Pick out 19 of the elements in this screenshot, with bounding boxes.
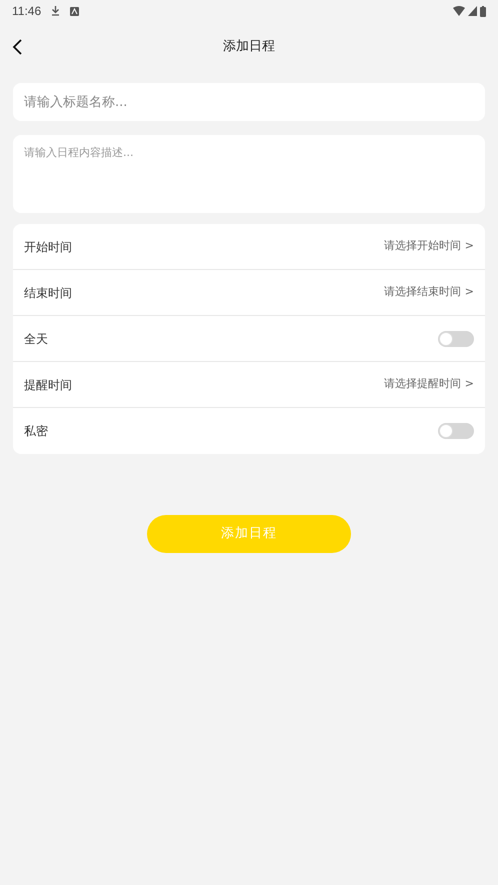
setting-label: 私密 (24, 423, 48, 440)
toggle-switch[interactable] (438, 330, 474, 346)
picker-link[interactable]: 请选择提醒时间 > (384, 376, 474, 393)
battery-icon (480, 6, 486, 16)
signal-icon (468, 6, 477, 16)
setting-label: 提醒时间 (24, 376, 72, 394)
toggle-switch[interactable] (438, 423, 474, 439)
picker-link[interactable]: 请选择开始时间 > (384, 238, 474, 255)
status-time: 11:46 (12, 3, 42, 20)
description-input-field[interactable]: 请输入日程内容描述... (13, 135, 485, 213)
picker-link[interactable]: 请选择结束时间 > (384, 284, 474, 301)
setting-label: 全天 (24, 330, 48, 348)
setting-label: 开始时间 (24, 238, 72, 256)
notification-icon (70, 6, 80, 16)
page-title: 添加日程 (223, 38, 275, 56)
wifi-icon (453, 6, 465, 16)
title-input-field[interactable]: 请输入标题名称... (13, 83, 485, 121)
setting-label: 结束时间 (24, 284, 72, 302)
download-icon (51, 6, 60, 16)
